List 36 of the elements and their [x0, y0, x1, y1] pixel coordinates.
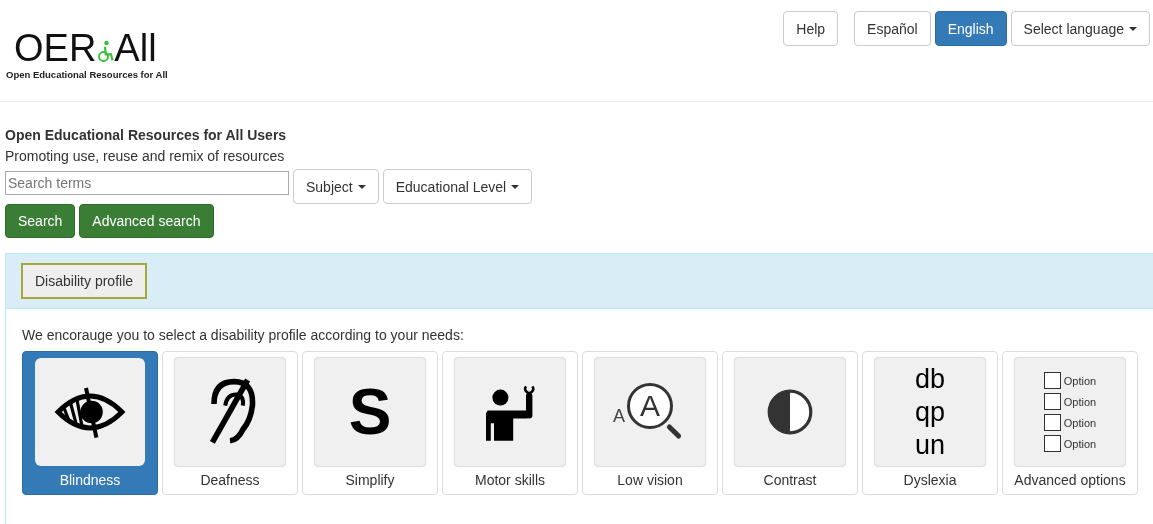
icon-text: Option [1063, 437, 1097, 450]
search-field[interactable]: Search terms [5, 171, 289, 195]
checkbox-icon [1043, 414, 1061, 431]
icon-text: S [348, 380, 392, 444]
language-button[interactable]: English [934, 11, 1007, 46]
icon-text: Option [1063, 416, 1097, 429]
profile-tile[interactable]: Option Option Option Option Advanced options [1002, 351, 1138, 495]
prompt-text: We encorauge you to select a disability profile according to your needs: [22, 326, 465, 345]
checkbox-icon [1043, 372, 1061, 389]
profile-tile[interactable]: A A Low vision [582, 351, 718, 495]
site-subtitle: Promoting use, reuse and remix of resources [5, 147, 286, 166]
disability-profile-tab[interactable]: Disability profile [21, 263, 148, 299]
site-heading: Open Educational Resources for All Users [5, 126, 288, 145]
caret-icon [511, 184, 520, 189]
profile-tile[interactable]: db qp un Dyslexia [862, 351, 998, 495]
icon-text: db qp un [914, 362, 945, 462]
icon-text: Option [1063, 374, 1097, 387]
profile-tile[interactable]: Motor skills [442, 351, 578, 495]
logo: OER All Open Educational Resources for All [6, 30, 169, 80]
profile-tile[interactable]: S Simplify [302, 351, 438, 495]
checkbox-icon [1043, 435, 1061, 452]
profile-tile[interactable]: Blindness [22, 351, 158, 495]
filter-dropdown[interactable]: Educational Level [382, 169, 533, 204]
language-dropdown[interactable]: Select language [1010, 11, 1150, 46]
filter-dropdown[interactable]: Subject [293, 169, 379, 204]
caret-icon [1129, 26, 1137, 31]
help-button[interactable]: Help [783, 11, 839, 46]
advanced-search-button[interactable]: Advanced search [79, 204, 214, 238]
profile-tile[interactable]: Deafness [162, 351, 298, 495]
profile-tile[interactable]: Contrast [722, 351, 858, 495]
icon-text: Option [1063, 395, 1097, 408]
caret-icon [357, 184, 366, 189]
icon-text: A [613, 405, 625, 427]
language-button[interactable]: Español [854, 11, 931, 46]
checkbox-icon [1043, 393, 1061, 410]
search-button[interactable]: Search [5, 204, 76, 238]
